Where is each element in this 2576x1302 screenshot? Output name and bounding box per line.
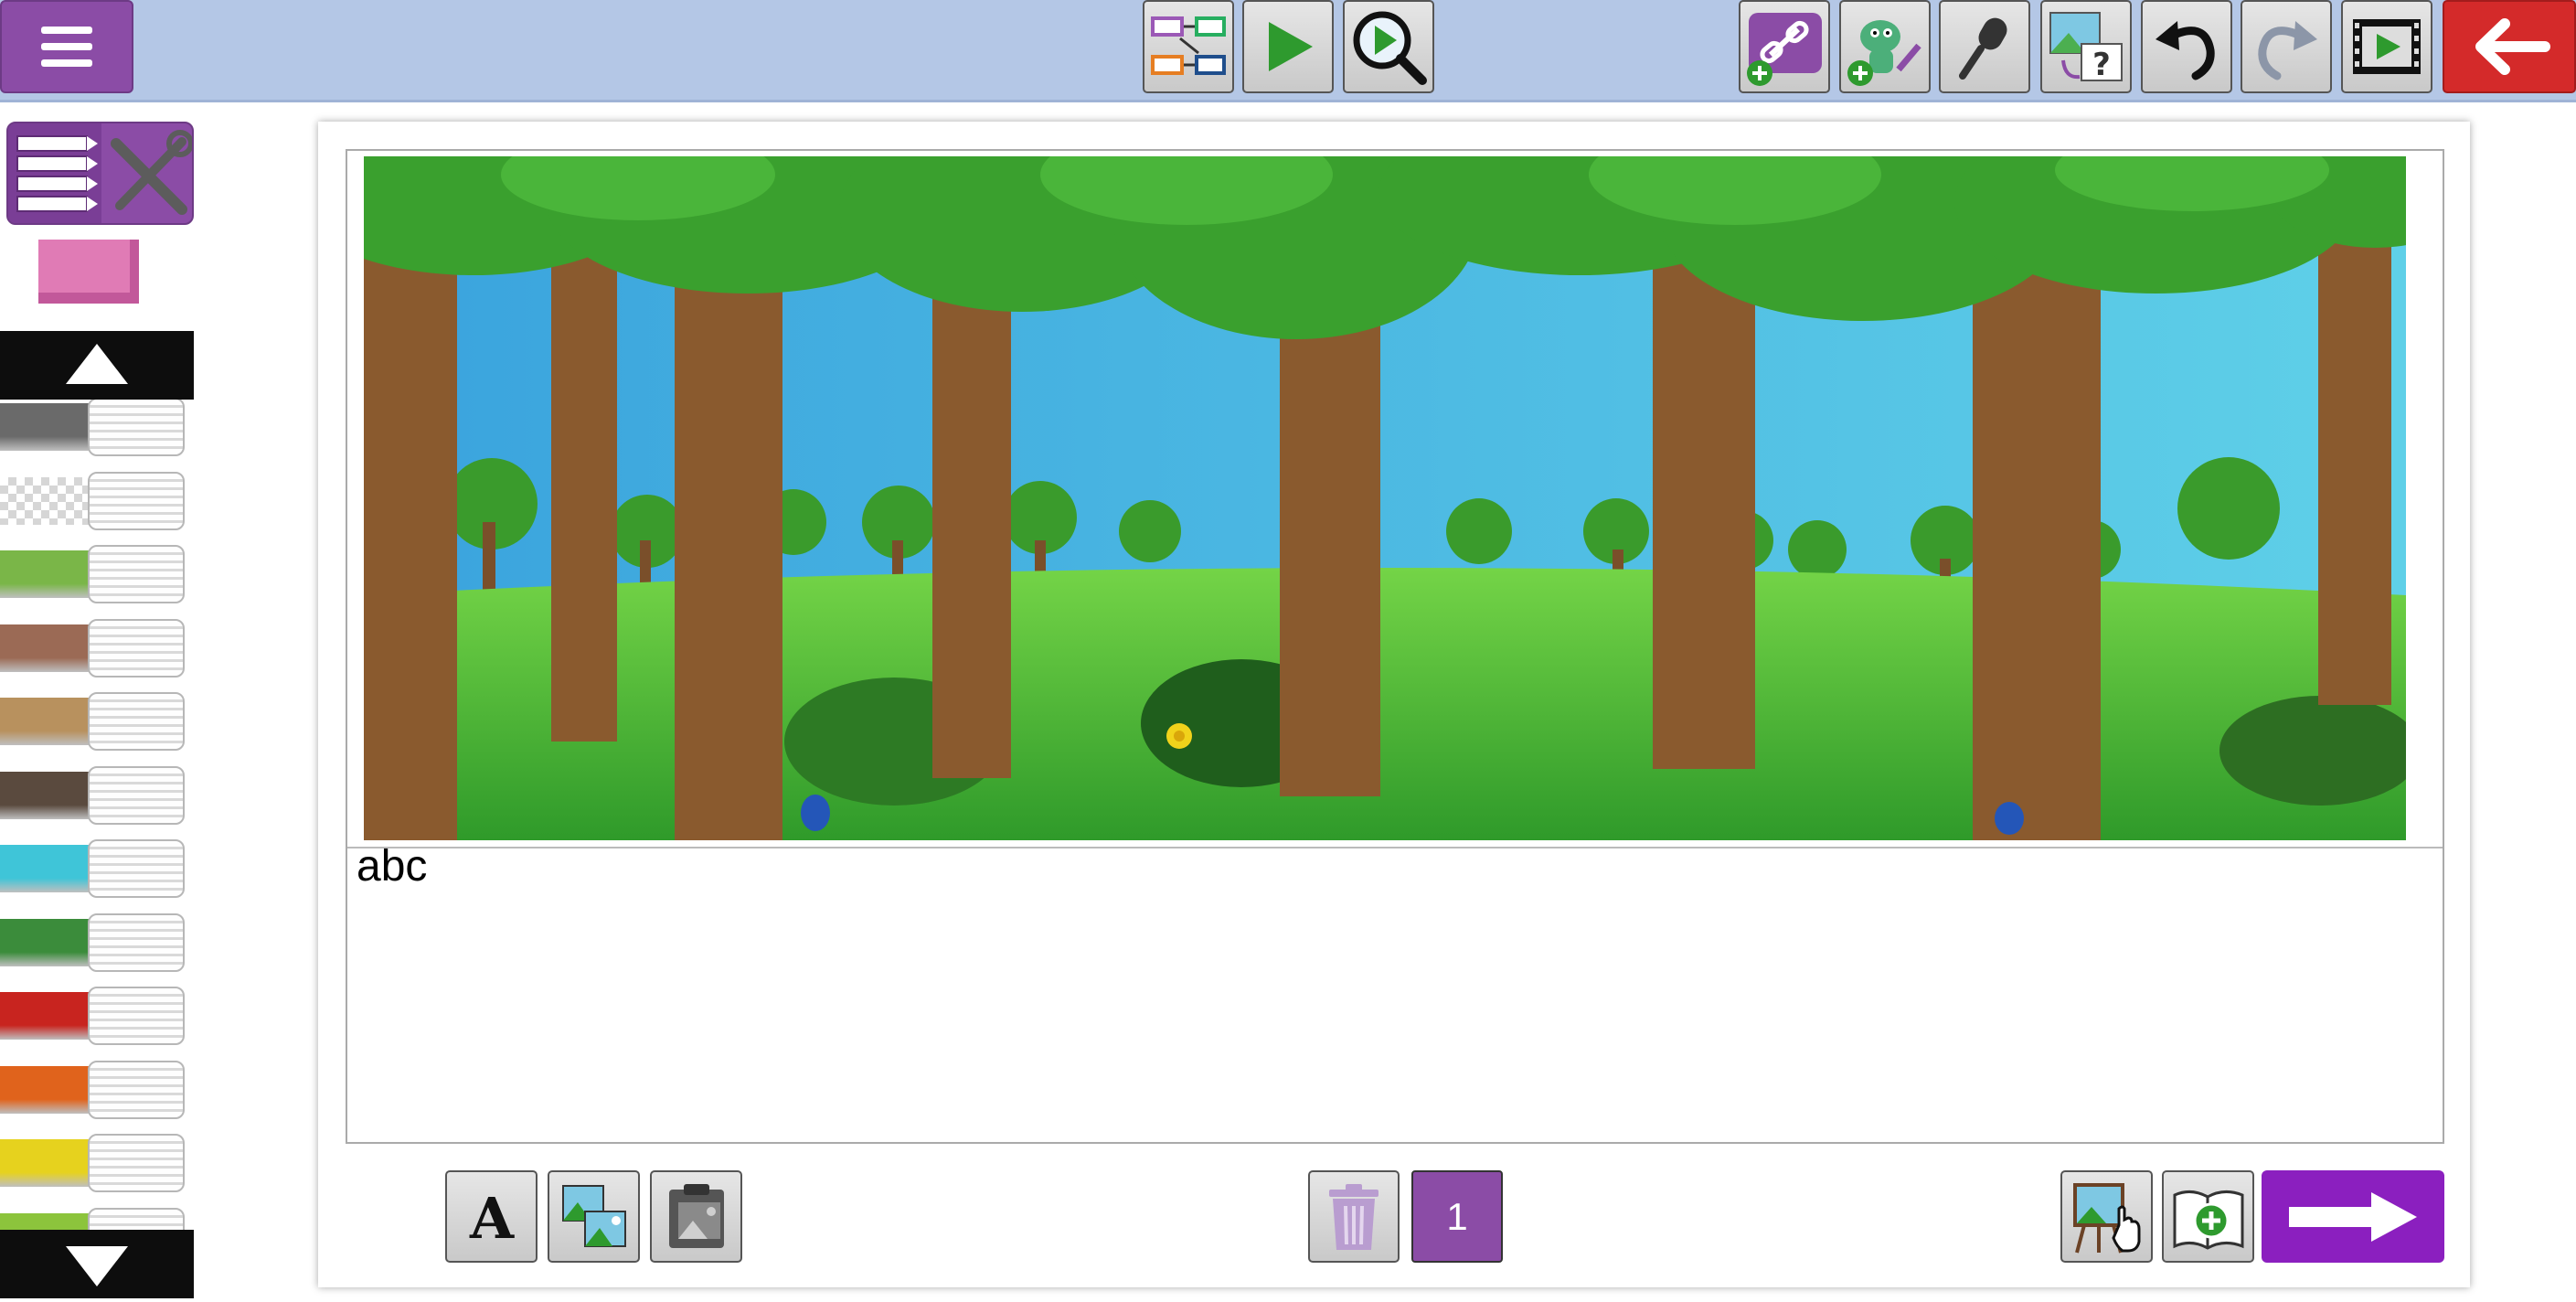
- marker-transparent[interactable]: [0, 470, 187, 532]
- marker-water[interactable]: [0, 838, 187, 900]
- eraser-icon: [38, 240, 139, 304]
- marker-barrel: [0, 1065, 101, 1114]
- background-image[interactable]: [364, 156, 2406, 840]
- marker-cap: [88, 692, 185, 751]
- marker-bark[interactable]: [0, 764, 187, 827]
- markers-scroll-down[interactable]: [0, 1230, 194, 1298]
- marker-red[interactable]: [0, 985, 187, 1047]
- image-question-button[interactable]: ?: [2040, 0, 2132, 93]
- character-add-icon: [1847, 20, 1921, 86]
- marker-cap: [88, 545, 185, 603]
- movie-play-icon: [2353, 19, 2421, 74]
- marker-barrel: [0, 403, 101, 451]
- microphone-icon: [1959, 17, 2007, 80]
- tools-icon: [111, 130, 192, 215]
- preview-icon: [1353, 11, 1427, 85]
- scene-picker-button[interactable]: [2060, 1170, 2153, 1263]
- marker-barrel: [0, 992, 101, 1040]
- arrow-right-icon: [2289, 1191, 2417, 1242]
- marker-barrel: [0, 918, 101, 966]
- images-icon: [561, 1184, 626, 1247]
- marker-orange[interactable]: [0, 1059, 187, 1121]
- easel-hand-icon: [2072, 1182, 2140, 1254]
- movie-preview-button[interactable]: [2341, 0, 2432, 93]
- back-button[interactable]: [2443, 0, 2576, 93]
- marker-barrel: [0, 1139, 101, 1187]
- trash-icon: [1329, 1183, 1378, 1250]
- add-link-button[interactable]: [1739, 0, 1830, 93]
- record-button[interactable]: [1939, 0, 2030, 93]
- marker-cap: [88, 1134, 185, 1192]
- image-question-icon: ?: [2049, 12, 2123, 83]
- link-add-icon: [1747, 13, 1822, 86]
- text-area-divider: [347, 847, 2443, 848]
- eraser-tool[interactable]: [38, 240, 142, 307]
- back-arrow-icon: [2475, 18, 2550, 75]
- storyboard-icon: [1151, 16, 1226, 75]
- marker-lime[interactable]: [0, 1206, 187, 1230]
- paste-image-button[interactable]: [650, 1170, 742, 1263]
- preview-button[interactable]: [1343, 0, 1434, 93]
- clipboard-image-icon: [668, 1183, 724, 1248]
- marker-cap: [88, 1207, 185, 1230]
- marker-barrel: [0, 698, 101, 745]
- markers-scroll-up[interactable]: [0, 331, 194, 400]
- forest-scene-image: [364, 156, 2406, 840]
- marker-gray[interactable]: [0, 400, 187, 458]
- page-text-input[interactable]: abc: [357, 841, 427, 891]
- page-number-badge[interactable]: 1: [1411, 1170, 1503, 1263]
- redo-button: [2241, 0, 2332, 93]
- book-add-icon: [2173, 1190, 2243, 1250]
- marker-grass[interactable]: [0, 912, 187, 974]
- tool-mode-toggle[interactable]: [6, 122, 194, 225]
- undo-button[interactable]: [2141, 0, 2232, 93]
- play-icon: [1269, 22, 1313, 71]
- redo-icon: [2258, 21, 2317, 80]
- hamburger-icon: [41, 27, 92, 67]
- menu-button[interactable]: [0, 0, 133, 93]
- marker-cap: [88, 987, 185, 1045]
- marker-barrel: [0, 624, 101, 672]
- marker-cap: [88, 912, 185, 972]
- marker-wood-light[interactable]: [0, 690, 187, 752]
- add-page-button[interactable]: [2162, 1170, 2254, 1263]
- next-page-button[interactable]: [2262, 1170, 2444, 1263]
- marker-palette: [0, 400, 194, 1230]
- add-image-button[interactable]: [548, 1170, 640, 1263]
- add-character-button[interactable]: [1839, 0, 1931, 93]
- marker-cap: [88, 1060, 185, 1119]
- marker-barrel: [0, 845, 101, 892]
- marker-barrel: [0, 476, 101, 525]
- text-a-icon: A: [468, 1185, 514, 1249]
- marker-green-scales[interactable]: [0, 543, 187, 605]
- svg-text:A: A: [468, 1185, 514, 1249]
- add-text-button[interactable]: A: [445, 1170, 538, 1263]
- svg-text:?: ?: [2092, 47, 2111, 83]
- storyboard-button[interactable]: [1143, 0, 1234, 93]
- marker-cap: [88, 400, 185, 456]
- marker-barrel: [0, 1212, 101, 1230]
- delete-page-button[interactable]: [1308, 1170, 1400, 1263]
- marker-barrel: [0, 771, 101, 819]
- triangle-down-icon: [66, 1246, 128, 1286]
- top-toolbar: ?: [0, 0, 2576, 102]
- undo-icon: [2156, 21, 2215, 80]
- marker-yellow[interactable]: [0, 1132, 187, 1194]
- triangle-up-icon: [66, 344, 128, 384]
- play-button[interactable]: [1242, 0, 1334, 93]
- marker-brick[interactable]: [0, 617, 187, 679]
- marker-cap: [88, 839, 185, 898]
- marker-cap: [88, 618, 185, 678]
- marker-cap: [88, 765, 185, 825]
- marker-cap: [88, 471, 185, 530]
- marker-barrel: [0, 550, 101, 598]
